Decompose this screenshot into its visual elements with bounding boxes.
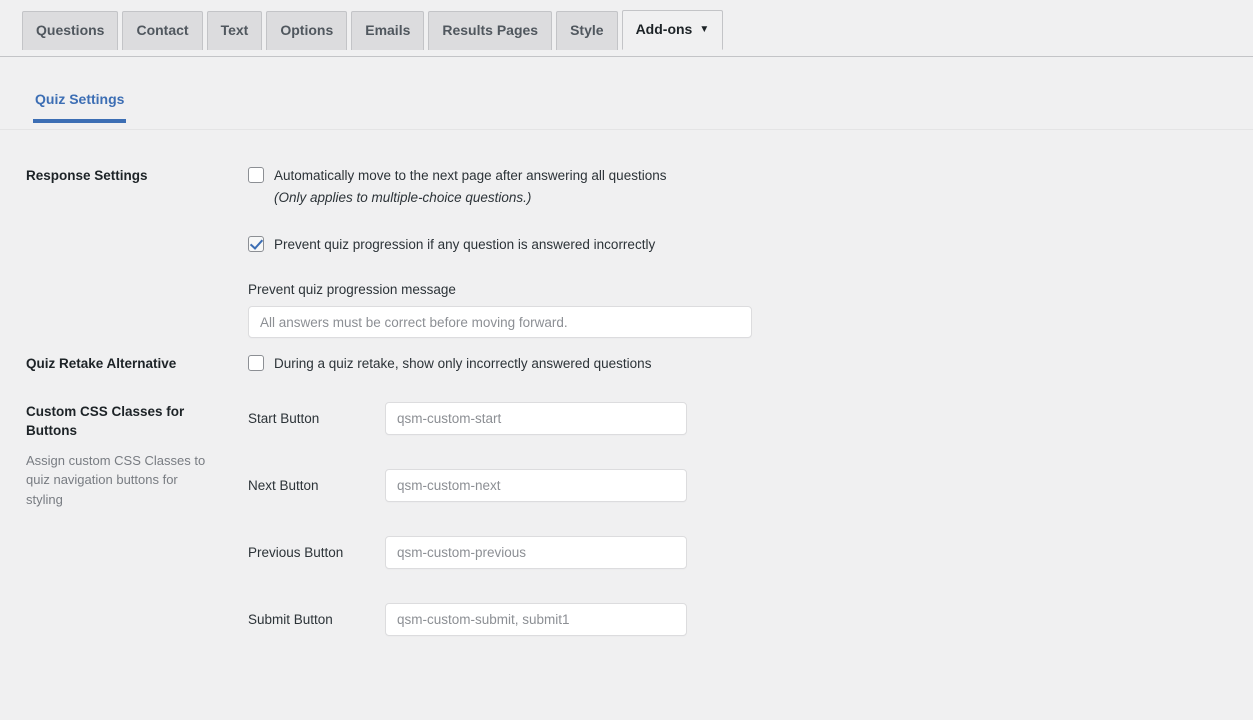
tab-emails[interactable]: Emails — [351, 11, 425, 50]
tab-style[interactable]: Style — [556, 11, 618, 50]
auto-advance-label[interactable]: Automatically move to the next page afte… — [274, 166, 666, 207]
auto-advance-row: Automatically move to the next page afte… — [248, 166, 1253, 207]
submit-button-input[interactable] — [385, 602, 687, 636]
prevent-progression-row: Prevent quiz progression if any question… — [248, 235, 1253, 254]
submit-button-label: Submit Button — [248, 611, 333, 627]
chevron-down-icon: ▼ — [699, 24, 710, 36]
auto-advance-note: (Only applies to multiple-choice questio… — [274, 190, 532, 206]
tab-add-ons[interactable]: Add-ons ▼ — [621, 10, 724, 50]
tab-options[interactable]: Options — [266, 11, 348, 50]
tab-contact[interactable]: Contact — [122, 11, 203, 50]
tab-questions[interactable]: Questions — [22, 11, 119, 50]
tab-label: Questions — [36, 22, 105, 38]
tab-label: Emails — [365, 22, 411, 38]
tab-label: Add-ons — [635, 21, 693, 37]
section-quiz-retake-alternative: Quiz Retake Alternative During a quiz re… — [0, 354, 1253, 401]
auto-advance-text: Automatically move to the next page afte… — [274, 168, 667, 183]
tab-label: Contact — [136, 22, 189, 38]
prevent-message-input[interactable] — [248, 306, 752, 339]
prevent-progression-checkbox[interactable] — [248, 236, 264, 253]
retake-incorrect-only-checkbox[interactable] — [248, 355, 264, 372]
section-response-settings: Response Settings Automatically move to … — [0, 166, 1253, 354]
settings-form: Response Settings Automatically move to … — [0, 130, 1253, 670]
prevent-message-label: Prevent quiz progression message — [248, 282, 456, 298]
secondary-tab-bar: Quiz Settings — [0, 85, 1253, 130]
start-button-label: Start Button — [248, 410, 320, 426]
prevent-message-field: Prevent quiz progression message — [248, 282, 1253, 339]
tab-quiz-settings[interactable]: Quiz Settings — [33, 85, 127, 123]
quiz-retake-label: Quiz Retake Alternative — [26, 356, 177, 372]
tab-label: Results Pages — [442, 22, 539, 38]
next-button-field: Next Button — [248, 468, 1253, 502]
start-button-field: Start Button — [248, 401, 1253, 435]
retake-incorrect-only-row: During a quiz retake, show only incorrec… — [248, 354, 1253, 373]
submit-button-field: Submit Button — [248, 602, 1253, 636]
section-label-column: Quiz Retake Alternative — [0, 354, 226, 374]
section-label-column: Response Settings — [0, 166, 226, 186]
tab-label: Quiz Settings — [35, 91, 125, 107]
next-button-input[interactable] — [385, 468, 687, 502]
section-label-column: Custom CSS Classes for Buttons Assign cu… — [0, 402, 226, 510]
section-control-column: Start Button Next Button Previous Button… — [226, 401, 1253, 670]
retake-incorrect-only-label[interactable]: During a quiz retake, show only incorrec… — [274, 354, 651, 373]
previous-button-label: Previous Button — [248, 544, 344, 560]
tab-label: Options — [280, 22, 334, 38]
custom-css-label: Custom CSS Classes for Buttons — [26, 403, 185, 439]
primary-tab-bar: Questions Contact Text Options Emails Results… — [0, 0, 1253, 57]
auto-advance-checkbox[interactable] — [248, 167, 264, 183]
custom-css-help-text: Assign custom CSS Classes to quiz naviga… — [26, 452, 206, 507]
previous-button-input[interactable] — [385, 535, 687, 569]
start-button-input[interactable] — [385, 401, 687, 435]
section-control-column: Automatically move to the next page afte… — [226, 166, 1253, 354]
section-control-column: During a quiz retake, show only incorrec… — [226, 354, 1253, 401]
tab-label: Style — [570, 22, 604, 38]
tab-text[interactable]: Text — [206, 11, 263, 50]
previous-button-field: Previous Button — [248, 535, 1253, 569]
section-custom-css-classes: Custom CSS Classes for Buttons Assign cu… — [0, 401, 1253, 670]
tab-label: Text — [220, 22, 249, 38]
tab-results-pages[interactable]: Results Pages — [428, 11, 553, 50]
next-button-label: Next Button — [248, 477, 319, 493]
prevent-progression-label[interactable]: Prevent quiz progression if any question… — [274, 235, 655, 254]
response-settings-label: Response Settings — [26, 168, 148, 183]
